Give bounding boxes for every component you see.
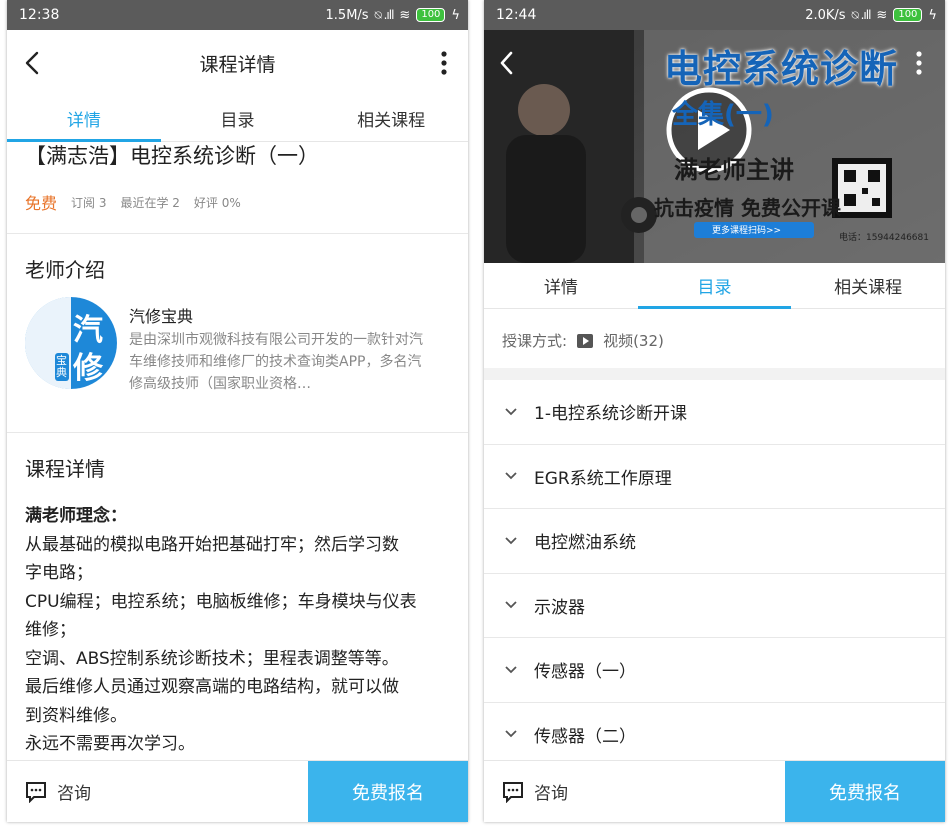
avatar-text-bottom: 修 bbox=[73, 351, 103, 386]
teach-mode-label: 授课方式: bbox=[502, 332, 568, 350]
tab-related-courses[interactable]: 相关课程 bbox=[314, 96, 468, 141]
signal-icon: ⍉ .ıll bbox=[851, 7, 872, 22]
chapter-list[interactable]: 1-电控系统诊断开课 EGR系统工作原理 电控燃油系统 示波器 传感器（一） 传… bbox=[484, 380, 945, 767]
teach-mode-value: 视频(32) bbox=[603, 332, 664, 350]
teacher-section-title: 老师介绍 bbox=[25, 258, 105, 282]
battery-icon: 100 bbox=[893, 8, 923, 22]
free-enroll-button[interactable]: 免费报名 bbox=[308, 761, 468, 822]
teacher-name: 汽修宝典 bbox=[129, 307, 194, 326]
charging-icon: ϟ bbox=[451, 7, 460, 23]
video-player[interactable]: 电控系统诊断 全集(一) 满老师主讲 抗击疫情 免费公开课 更多课程扫码>> 电… bbox=[484, 30, 945, 263]
video-banner-title: 电控系统诊断 bbox=[664, 47, 899, 91]
tab-bar: 详情 目录 相关课程 bbox=[7, 96, 468, 142]
description-line: 永远不需要再次学习。 bbox=[25, 734, 195, 754]
consult-label: 咨询 bbox=[534, 784, 568, 804]
wifi-icon: ≋ bbox=[876, 7, 888, 23]
chevron-down-icon bbox=[505, 601, 517, 609]
back-arrow-icon[interactable] bbox=[492, 48, 522, 78]
description-line: 从最基础的模拟电路开始把基础打牢；然后学习数 bbox=[25, 534, 399, 555]
video-host: 满老师主讲 bbox=[674, 156, 794, 184]
left-screen: 12:38 1.5M/s ⍉ .ıll ≋ 100 ϟ 课程详情 详情 目录 相… bbox=[7, 0, 468, 822]
page-title: 课程详情 bbox=[199, 53, 276, 76]
consult-button[interactable]: 咨询 bbox=[7, 761, 308, 822]
status-bar: 12:44 2.0K/s ⍉ .ıll ≋ 100 ϟ bbox=[484, 0, 945, 30]
details-content[interactable]: 【满志浩】电控系统诊断（一） 免费 订阅 3 最近在学 2 好评 0% 老师介绍… bbox=[7, 142, 468, 762]
teacher-description: 是由深圳市观微科技有限公司开发的一款针对汽车维修技师和维修厂的技术查询类APP，… bbox=[129, 332, 423, 392]
details-section-title: 课程详情 bbox=[25, 457, 105, 481]
chevron-down-icon bbox=[505, 408, 517, 416]
tab-bar: 详情 目录 相关课程 bbox=[484, 263, 945, 309]
chapter-title: 示波器 bbox=[534, 597, 585, 618]
course-meta: 免费 订阅 3 最近在学 2 好评 0% bbox=[25, 190, 241, 214]
status-time: 12:38 bbox=[19, 7, 60, 23]
right-screen: 12:44 2.0K/s ⍉ .ıll ≋ 100 ϟ 电控系统诊断 全集(一)… bbox=[484, 0, 945, 822]
video-more-link: 更多课程扫码>> bbox=[712, 226, 782, 236]
list-item[interactable]: 传感器（一） bbox=[484, 638, 945, 703]
description-line: 最后维修人员通过观察高端的电路结构，就可以做 bbox=[25, 677, 399, 697]
chapter-title: 传感器（二） bbox=[534, 726, 636, 747]
wifi-icon: ≋ bbox=[399, 7, 411, 23]
description-line: 空调、ABS控制系统诊断技术；里程表调整等等。 bbox=[25, 648, 399, 669]
signal-icon: ⍉ .ıll bbox=[374, 7, 395, 22]
status-bar: 12:38 1.5M/s ⍉ .ıll ≋ 100 ϟ bbox=[7, 0, 468, 30]
description-line: 到资料维修。 bbox=[25, 705, 127, 726]
price-badge: 免费 bbox=[25, 194, 58, 213]
chat-icon bbox=[503, 781, 523, 803]
subscription-count: 订阅 3 bbox=[71, 195, 107, 210]
chevron-down-icon bbox=[505, 730, 517, 738]
course-description: 满老师理念： 从最基础的模拟电路开始把基础打牢；然后学习数 字电路； CPU编程… bbox=[25, 502, 445, 759]
bottom-action-bar: 咨询 免费报名 bbox=[7, 760, 468, 822]
consult-label: 咨询 bbox=[57, 784, 91, 804]
teacher-card[interactable]: 汽 修 宝典 汽修宝典 是由深圳市观微科技有限公司开发的一款针对汽车维修技师和维… bbox=[25, 297, 448, 407]
teach-mode-row: 授课方式: 视频(32) bbox=[502, 330, 664, 351]
app-header: 课程详情 bbox=[7, 30, 468, 96]
network-speed: 2.0K/s bbox=[805, 7, 846, 23]
recent-learners: 最近在学 2 bbox=[120, 195, 180, 210]
list-item[interactable]: 示波器 bbox=[484, 574, 945, 638]
rating: 好评 0% bbox=[193, 195, 241, 210]
tab-catalog[interactable]: 目录 bbox=[637, 263, 792, 309]
video-banner-subtitle: 全集(一) bbox=[672, 100, 774, 130]
divider bbox=[7, 233, 468, 234]
course-title: 【满志浩】电控系统诊断（一） bbox=[25, 144, 319, 168]
back-arrow-icon[interactable] bbox=[17, 48, 47, 78]
chapter-title: EGR系统工作原理 bbox=[534, 468, 672, 489]
chat-icon bbox=[26, 781, 46, 803]
free-enroll-button[interactable]: 免费报名 bbox=[785, 761, 945, 822]
chevron-down-icon bbox=[505, 666, 517, 674]
chevron-down-icon bbox=[505, 537, 517, 545]
status-time: 12:44 bbox=[496, 7, 537, 23]
chapter-title: 电控燃油系统 bbox=[534, 533, 636, 554]
chevron-down-icon bbox=[505, 472, 517, 480]
avatar-logo-icon bbox=[25, 297, 117, 389]
more-options-icon[interactable] bbox=[909, 48, 929, 78]
description-line: 字电路； bbox=[25, 563, 93, 583]
battery-icon: 100 bbox=[416, 8, 446, 22]
list-item[interactable]: 电控燃油系统 bbox=[484, 509, 945, 574]
video-phone: 电话：15944246681 bbox=[839, 233, 929, 243]
consult-button[interactable]: 咨询 bbox=[484, 761, 785, 822]
description-heading: 满老师理念： bbox=[25, 506, 127, 526]
more-options-icon[interactable] bbox=[434, 48, 454, 78]
description-line: CPU编程；电控系统；电脑板维修；车身模块与仪表 bbox=[25, 591, 417, 612]
tab-details[interactable]: 详情 bbox=[484, 263, 638, 308]
section-separator bbox=[484, 368, 945, 380]
avatar-text-side: 宝典 bbox=[56, 354, 67, 379]
network-speed: 1.5M/s bbox=[325, 7, 369, 23]
tab-related-courses[interactable]: 相关课程 bbox=[791, 263, 945, 308]
description-line: 维修； bbox=[25, 620, 76, 640]
divider bbox=[7, 432, 468, 433]
tab-details[interactable]: 详情 bbox=[7, 96, 161, 142]
list-item[interactable]: 传感器（二） bbox=[484, 703, 945, 767]
charging-icon: ϟ bbox=[928, 7, 937, 23]
bottom-action-bar: 咨询 免费报名 bbox=[484, 760, 945, 822]
avatar: 汽 修 宝典 bbox=[25, 297, 117, 389]
chapter-title: 传感器（一） bbox=[534, 662, 636, 683]
list-item[interactable]: EGR系统工作原理 bbox=[484, 445, 945, 509]
chapter-title: 1-电控系统诊断开课 bbox=[534, 404, 687, 425]
list-item[interactable]: 1-电控系统诊断开课 bbox=[484, 380, 945, 445]
video-play-icon bbox=[577, 333, 594, 348]
tab-catalog[interactable]: 目录 bbox=[161, 96, 315, 141]
video-slogan: 抗击疫情 免费公开课 bbox=[654, 196, 841, 220]
